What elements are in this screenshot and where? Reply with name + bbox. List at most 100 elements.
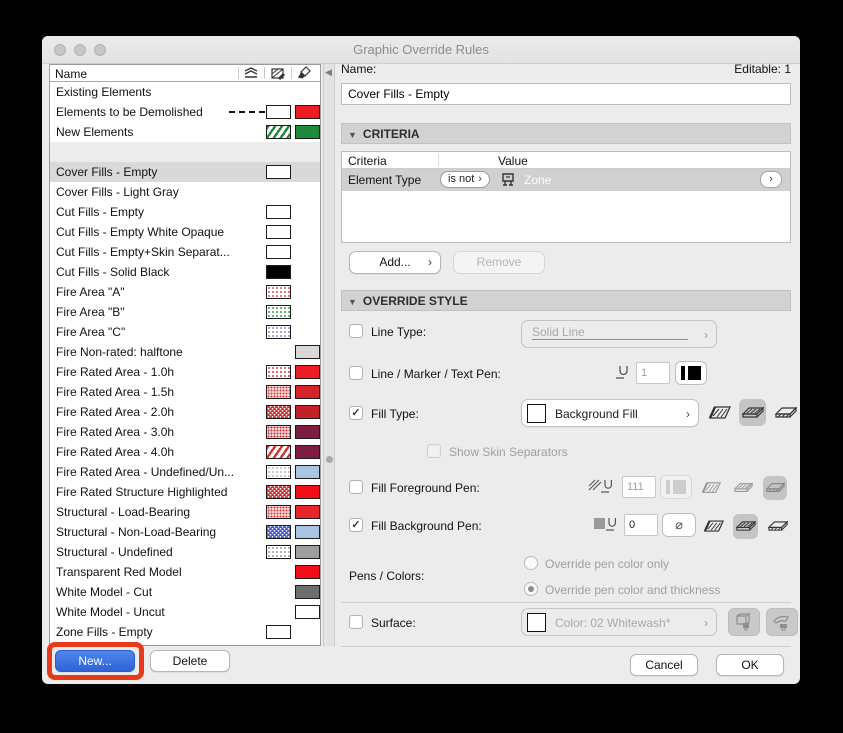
line-type-dropdown[interactable]: Solid Line › [521,320,717,348]
list-item[interactable]: Existing Elements [50,82,320,102]
name-column-header[interactable]: Name [55,67,87,81]
pens-colors-label: Pens / Colors: [349,569,424,583]
empty-pen-button[interactable]: ⌀ [662,513,696,537]
list-item-label: Cut Fills - Empty White Opaque [56,225,224,239]
surface-swatch [295,445,320,459]
panel-splitter[interactable]: ◀ [323,64,335,646]
fill-swatch [266,625,291,639]
splitter-handle[interactable] [326,456,333,463]
line-pen-number-input[interactable] [636,362,670,384]
line-type-checkbox[interactable]: ✓ [349,324,363,338]
fill-type-checkbox[interactable]: ✓ [349,406,363,420]
fill-fg-pen-label: Fill Foreground Pen: [371,481,480,495]
cover-fills-toggle[interactable] [739,399,766,426]
criteria-table-header: Criteria Value [342,152,790,169]
list-item-label: Cover Fills - Light Gray [56,185,179,199]
fill-fg-pen-checkbox[interactable]: ✓ [349,480,363,494]
fill-swatch [266,245,291,259]
list-item[interactable]: Cut Fills - Empty White Opaque [50,222,320,242]
criteria-table: Criteria Value Element Type is not› Zone… [341,151,791,243]
list-item[interactable]: Cut Fills - Solid Black [50,262,320,282]
list-item[interactable]: Structural - Undefined [50,542,320,562]
surface-dropdown[interactable]: Color: 02 Whitewash* › [521,608,717,636]
criteria-row[interactable]: Element Type is not› Zone › [342,169,790,191]
list-item-label: Structural - Non-Load-Bearing [56,525,216,539]
list-item-label: Fire Rated Structure Highlighted [56,485,227,499]
cover-fills-toggle[interactable] [733,514,758,539]
list-item[interactable]: Cover Fills - Light Gray [50,182,320,202]
list-item-label: Fire Rated Area - 3.0h [56,425,174,439]
add-criteria-button[interactable]: Add...› [349,251,441,274]
list-item[interactable]: Cut Fills - Empty [50,202,320,222]
list-item[interactable]: Fire Area "A" [50,282,320,302]
pen-color-thickness-label: Override pen color and thickness [545,583,720,597]
new-rule-button[interactable]: New... [55,650,135,672]
fill-bg-pen-number-input[interactable] [624,514,658,536]
skin-separators-checkbox[interactable]: ✓ [427,444,441,458]
list-item[interactable]: Cover Fills - Empty [50,162,320,182]
list-item[interactable]: Fire Rated Structure Highlighted [50,482,320,502]
list-item[interactable]: White Model - Uncut [50,602,320,622]
fill-fg-pen-number-input[interactable] [622,476,656,498]
pen-color-only-radio[interactable] [524,556,538,570]
surface-checkbox[interactable]: ✓ [349,615,363,629]
line-pen-checkbox[interactable]: ✓ [349,366,363,380]
pen-color-thickness-radio[interactable] [524,582,538,596]
fill-swatch [266,165,291,179]
fill-bg-pen-checkbox[interactable]: ✓ [349,518,363,532]
list-item[interactable]: Fire Rated Area - 3.0h [50,422,320,442]
override-style-section-header[interactable]: ▼OVERRIDE STYLE [341,290,791,311]
list-item[interactable]: White Model - Cut [50,582,320,602]
fill-swatch [266,225,291,239]
list-item[interactable]: Fire Rated Area - 2.0h [50,402,320,422]
list-item[interactable]: Fire Area "B" [50,302,320,322]
drafting-fills-toggle[interactable] [765,514,790,539]
divider [341,602,791,603]
disclosure-triangle-icon[interactable]: ▼ [348,297,357,307]
delete-rule-button[interactable]: Delete [150,650,230,672]
list-item[interactable]: Transparent Red Model [50,562,320,582]
value-picker-button[interactable]: › [760,171,782,188]
cut-fills-toggle[interactable] [701,514,726,539]
fill-type-dropdown[interactable]: Background Fill › [521,399,699,427]
list-item[interactable]: Fire Rated Area - 1.0h [50,362,320,382]
disclosure-triangle-icon[interactable]: ▼ [348,130,357,140]
surface-swatch [295,405,320,419]
cut-fills-toggle[interactable] [706,399,733,426]
list-item-label: Zone Fills - Empty [56,625,153,639]
criteria-column-label: Criteria [348,154,387,168]
list-item-label: Fire Area "B" [56,305,125,319]
cover-fills-toggle [731,476,755,500]
rules-list-header[interactable]: Name [50,65,320,82]
criteria-section-header[interactable]: ▼CRITERIA [341,123,791,144]
list-item-label: Fire Non-rated: halftone [56,345,183,359]
list-item[interactable]: Fire Rated Area - Undefined/Un... [50,462,320,482]
list-item[interactable]: Fire Non-rated: halftone [50,342,320,362]
surface-label: Surface: [371,616,416,630]
line-pen-color-button[interactable] [675,361,707,385]
rule-name-input[interactable] [341,83,791,105]
list-item[interactable]: Cut Fills - Empty+Skin Separat... [50,242,320,262]
drafting-fills-toggle[interactable] [772,399,799,426]
list-item[interactable]: Elements to be Demolished [50,102,320,122]
list-item[interactable]: Fire Rated Area - 1.5h [50,382,320,402]
paint-all-surfaces-button [766,608,798,636]
collapse-panel-icon[interactable]: ◀ [325,67,332,78]
surface-swatch [295,485,320,499]
operator-dropdown[interactable]: is not› [440,171,490,188]
chevron-right-icon: › [478,173,482,185]
list-item[interactable]: Fire Area "C" [50,322,320,342]
list-item[interactable]: Structural - Load-Bearing [50,502,320,522]
list-item[interactable]: Zone Fills - Empty [50,622,320,642]
cancel-button[interactable]: Cancel [630,654,698,676]
list-item-label: Existing Elements [56,85,151,99]
fill-pen-icon [269,66,287,81]
ok-button[interactable]: OK [716,654,784,676]
fill-swatch [266,425,291,439]
fill-swatch [266,305,291,319]
list-item[interactable]: Structural - Non-Load-Bearing [50,522,320,542]
value-column-label: Value [498,154,528,168]
list-item[interactable]: Fire Rated Area - 4.0h [50,442,320,462]
remove-criteria-button[interactable]: Remove [453,251,545,274]
list-item[interactable]: New Elements [50,122,320,142]
